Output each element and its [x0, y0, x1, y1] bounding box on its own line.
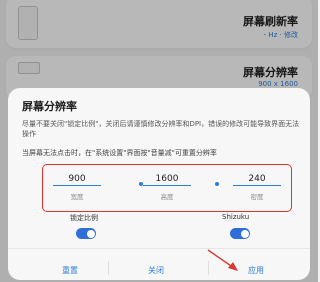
height-input[interactable]: 1600 — [143, 173, 191, 186]
shizuku-label: Shizuku — [222, 213, 250, 221]
dialog-title: 屏幕分辨率 — [22, 100, 77, 113]
reset-button[interactable]: 重置 — [62, 265, 78, 276]
width-field[interactable]: 900 宽度 — [53, 173, 101, 201]
width-input[interactable]: 900 — [53, 173, 101, 186]
height-field[interactable]: 1600 高度 — [143, 173, 191, 201]
lock-ratio-label: 锁定比例 — [70, 214, 98, 222]
apply-button[interactable]: 应用 — [248, 265, 264, 276]
button-divider — [8, 248, 310, 249]
separator-dot — [215, 182, 219, 186]
density-label: 密度 — [250, 193, 264, 201]
shizuku-toggle[interactable] — [230, 228, 250, 239]
button-separator — [108, 261, 109, 275]
height-label: 高度 — [160, 193, 174, 201]
width-label: 宽度 — [70, 193, 84, 201]
close-button[interactable]: 关闭 — [148, 265, 164, 276]
toggle-knob — [240, 229, 249, 238]
toggle-knob — [86, 229, 95, 238]
screen: 屏幕刷新率 - Hz · 修改 屏幕分辨率 900 x 1600 屏幕分辨率 尽… — [0, 0, 318, 282]
resolution-dialog: 屏幕分辨率 尽量不要关闭"锁定比例"，关闭后请谨慎修改分辨率和DPI，错误的修改… — [8, 88, 310, 280]
dialog-tip: 当屏幕无法点击时，在"系统设置"界面按"音量减"可重置分辨率 — [22, 149, 217, 157]
lock-ratio-toggle[interactable] — [76, 228, 96, 239]
density-input[interactable]: 240 — [233, 173, 281, 186]
button-separator — [208, 261, 209, 275]
resolution-inputs-highlight: 900 宽度 1600 高度 240 密度 — [42, 164, 292, 212]
density-field[interactable]: 240 密度 — [233, 173, 281, 201]
dialog-description: 尽量不要关闭"锁定比例"，关闭后请谨慎修改分辨率和DPI，错误的修改可能导致界面… — [22, 120, 300, 138]
